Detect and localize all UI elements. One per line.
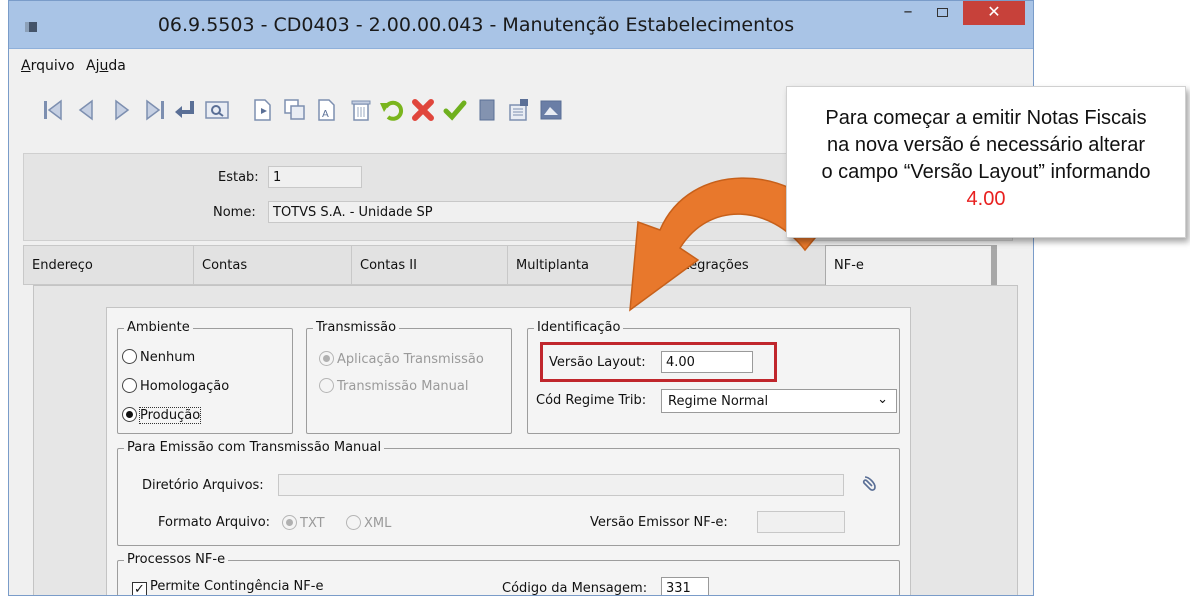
estab-label: Estab:: [218, 170, 259, 185]
transmissao-manual-title: Para Emissão com Transmissão Manual: [124, 440, 385, 455]
radio-button[interactable]: [319, 378, 334, 393]
radio-manual-label: Transmissão Manual: [337, 379, 469, 394]
contingencia-checkbox[interactable]: ✓ Permite Contingência NF-e: [132, 579, 324, 595]
callout-value: 4.00: [966, 188, 1006, 210]
regime-trib-label: Cód Regime Trib:: [536, 393, 647, 408]
callout-line-2: na nova versão é necessário alterar: [827, 134, 1145, 156]
radio-button[interactable]: [122, 378, 137, 393]
callout-line-3: o campo “Versão Layout” informando: [821, 161, 1151, 183]
formato-label: Formato Arquivo:: [158, 515, 271, 530]
svg-text:A: A: [322, 109, 329, 120]
report-icon[interactable]: [538, 97, 564, 123]
tab-contas[interactable]: Contas: [193, 245, 365, 285]
annotation-callout: Para começar a emitir Notas Fiscais na n…: [786, 86, 1186, 238]
diretorio-label: Diretório Arquivos:: [142, 478, 264, 493]
contingencia-label: Permite Contingência NF-e: [150, 579, 324, 594]
list-icon[interactable]: [474, 97, 500, 123]
prev-icon[interactable]: [74, 97, 100, 123]
radio-producao[interactable]: Produção: [122, 407, 202, 424]
copy-icon[interactable]: [250, 97, 276, 123]
radio-producao-label: Produção: [138, 407, 202, 424]
transmissao-group: Transmissão Aplicação Transmissão Transm…: [306, 320, 512, 434]
close-button[interactable]: ✕: [963, 1, 1025, 25]
menu-arquivo-label: rquivo: [30, 58, 75, 74]
nome-label: Nome:: [213, 205, 256, 220]
radio-homologacao[interactable]: Homologação: [122, 378, 229, 394]
radio-xml-label: XML: [364, 516, 392, 531]
menu-ajuda-mnemonic: u: [99, 58, 109, 74]
last-icon[interactable]: [142, 97, 168, 123]
undo-icon[interactable]: [378, 97, 404, 123]
estab-field[interactable]: 1: [268, 166, 362, 188]
radio-xml[interactable]: XML: [346, 515, 391, 531]
identificacao-group: Identificação Versão Layout: 4.00 Cód Re…: [527, 320, 900, 434]
radio-nenhum[interactable]: Nenhum: [122, 349, 195, 365]
mensagem-label: Código da Mensagem:: [502, 581, 648, 596]
menu-ajuda[interactable]: Ajuda: [86, 58, 126, 74]
mensagem-field[interactable]: 331: [661, 577, 709, 595]
window-title: 06.9.5503 - CD0403 - 2.00.00.043 - Manut…: [157, 14, 795, 36]
ambiente-group: Ambiente Nenhum Homologação Produção: [117, 320, 293, 434]
cancel-icon[interactable]: [410, 97, 436, 123]
edit-icon[interactable]: A: [314, 97, 340, 123]
search-icon[interactable]: [204, 97, 230, 123]
tab-contas-ii[interactable]: Contas II: [351, 245, 521, 285]
radio-homologacao-label: Homologação: [140, 379, 230, 394]
radio-nenhum-label: Nenhum: [140, 350, 196, 365]
new-icon[interactable]: [282, 97, 308, 123]
ambiente-title: Ambiente: [124, 320, 193, 335]
diretorio-field[interactable]: [278, 474, 844, 496]
confirm-icon[interactable]: [442, 97, 468, 123]
go-to-icon[interactable]: [172, 97, 198, 123]
radio-button[interactable]: [346, 515, 361, 530]
versao-emissor-label: Versão Emissor NF-e:: [590, 515, 728, 530]
processos-group: Processos NF-e ✓ Permite Contingência NF-…: [117, 552, 900, 596]
query-icon[interactable]: [506, 97, 532, 123]
checkmark-icon[interactable]: ✓: [132, 582, 147, 595]
menu-ajuda-label-end: da: [108, 58, 126, 74]
transmissao-manual-group: Para Emissão com Transmissão Manual Dire…: [117, 440, 900, 546]
menu-arquivo[interactable]: Arquivo: [21, 58, 75, 74]
transmissao-title: Transmissão: [313, 320, 400, 335]
versao-layout-highlight: [540, 342, 777, 382]
radio-aplicacao-label: Aplicação Transmissão: [337, 352, 484, 367]
menu-arquivo-mnemonic: A: [21, 58, 31, 74]
title-bar[interactable]: 06.9.5503 - CD0403 - 2.00.00.043 - Manut…: [9, 1, 1033, 49]
tab-endereco[interactable]: Endereço: [23, 245, 207, 285]
menu-ajuda-label-start: Aj: [86, 58, 100, 74]
nfe-panel: Ambiente Nenhum Homologação Produção Tra…: [106, 307, 911, 596]
browse-folder-icon[interactable]: [860, 474, 880, 494]
radio-button-selected[interactable]: [319, 351, 334, 366]
chevron-down-icon: ⌄: [877, 392, 888, 407]
regime-trib-select[interactable]: Regime Normal ⌄: [661, 389, 897, 413]
radio-txt[interactable]: TXT: [282, 515, 325, 531]
delete-icon[interactable]: [348, 97, 374, 123]
maximize-button[interactable]: [927, 1, 957, 25]
radio-txt-label: TXT: [300, 516, 325, 531]
menu-bar: Arquivo Ajuda: [9, 49, 1033, 79]
regime-trib-value: Regime Normal: [668, 394, 769, 409]
radio-button-selected[interactable]: [282, 515, 297, 530]
radio-aplicacao-transmissao[interactable]: Aplicação Transmissão: [319, 351, 484, 367]
maximize-icon: [936, 8, 948, 17]
radio-button-selected[interactable]: [122, 407, 137, 422]
tab-bar: Endereço Contas Contas II Multiplanta In…: [23, 245, 1013, 285]
callout-line-1: Para começar a emitir Notas Fiscais: [825, 107, 1147, 129]
radio-transmissao-manual[interactable]: Transmissão Manual: [319, 378, 468, 394]
versao-emissor-field[interactable]: [757, 511, 845, 533]
radio-button[interactable]: [122, 349, 137, 364]
first-icon[interactable]: [40, 97, 66, 123]
minimize-button[interactable]: –: [893, 1, 923, 25]
next-icon[interactable]: [108, 97, 134, 123]
processos-title: Processos NF-e: [124, 552, 229, 567]
